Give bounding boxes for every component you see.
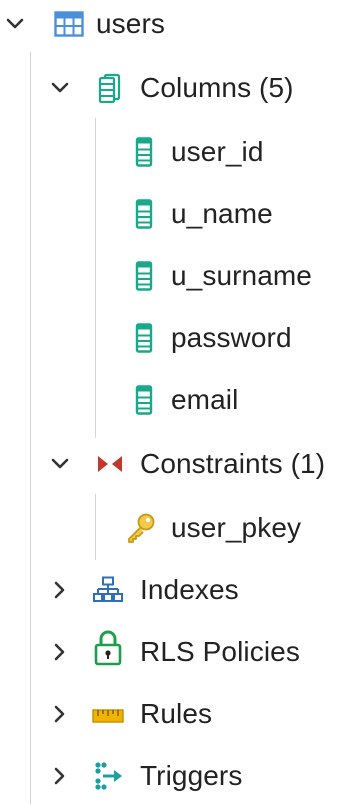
column-icon: [128, 322, 160, 354]
tree-node-triggers[interactable]: Triggers: [0, 748, 360, 804]
triggers-icon: [92, 760, 124, 792]
tree-node-column[interactable]: password: [0, 310, 360, 366]
chevron-right-icon[interactable]: [46, 576, 74, 604]
columns-icon: [94, 72, 126, 104]
tree-node-label: u_surname: [171, 260, 312, 291]
tree-node-label: user_id: [171, 136, 264, 167]
chevron-down-icon[interactable]: [46, 450, 74, 478]
tree-node-label: Triggers: [140, 760, 243, 791]
chevron-right-icon[interactable]: [46, 700, 74, 728]
chevron-down-icon[interactable]: [46, 74, 74, 102]
tree-node-columns[interactable]: Columns (5): [0, 60, 360, 116]
rules-icon: [92, 700, 124, 732]
tree-node-label: RLS Policies: [140, 636, 300, 667]
tree-node-label: user_pkey: [171, 512, 302, 543]
column-icon: [128, 384, 160, 416]
tree-node-column[interactable]: email: [0, 372, 360, 428]
tree-node-label: Rules: [140, 698, 213, 729]
chevron-right-icon[interactable]: [46, 638, 74, 666]
tree-node-label: u_name: [171, 198, 273, 229]
chevron-down-icon[interactable]: [1, 10, 29, 38]
column-icon: [128, 136, 160, 168]
tree-node-label: password: [171, 322, 292, 353]
tree-node-column[interactable]: u_name: [0, 186, 360, 242]
table-icon: [53, 8, 85, 40]
tree-node-label: Columns (5): [140, 72, 294, 103]
column-icon: [128, 198, 160, 230]
lock-icon: [92, 630, 124, 666]
tree-node-rls-policies[interactable]: RLS Policies: [0, 624, 360, 680]
tree-node-users[interactable]: users: [0, 0, 360, 52]
column-icon: [128, 260, 160, 292]
tree-node-label: Indexes: [140, 574, 239, 605]
tree-node-label: email: [171, 384, 239, 415]
constraints-icon: [94, 448, 126, 480]
tree-node-label: Constraints (1): [140, 448, 326, 479]
tree-node-column[interactable]: user_id: [0, 124, 360, 180]
tree-node-constraint[interactable]: user_pkey: [0, 500, 360, 556]
tree-node-indexes[interactable]: Indexes: [0, 562, 360, 618]
tree-node-column[interactable]: u_surname: [0, 248, 360, 304]
tree-node-constraints[interactable]: Constraints (1): [0, 436, 360, 492]
tree-node-rules[interactable]: Rules: [0, 686, 360, 742]
primary-key-icon: [124, 512, 156, 544]
indexes-icon: [92, 574, 124, 606]
tree-node-label: users: [96, 8, 165, 39]
object-tree: users Columns (5) user_id u_name u_surna…: [0, 0, 360, 805]
chevron-right-icon[interactable]: [46, 762, 74, 790]
